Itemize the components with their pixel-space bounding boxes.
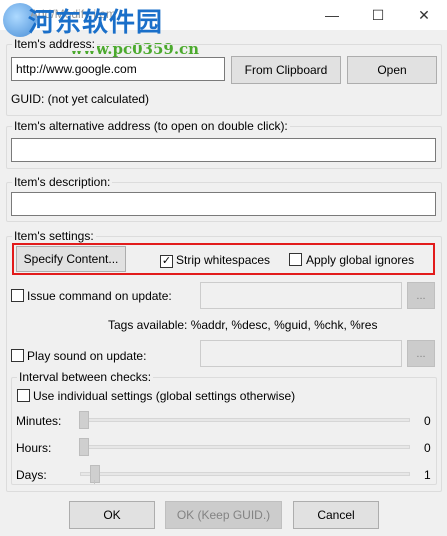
maximize-button[interactable]: ☐ <box>355 0 401 30</box>
checkbox-unchecked-icon <box>11 349 24 362</box>
address-label: Item's address: <box>12 37 97 51</box>
issue-command-label: Issue command on update: <box>27 289 172 303</box>
hours-value: 0 <box>424 441 431 455</box>
days-slider-tick <box>94 480 95 484</box>
alt-address-label: Item's alternative address (to open on d… <box>12 119 290 133</box>
description-label: Item's description: <box>12 175 113 189</box>
specify-content-button[interactable]: Specify Content... <box>16 246 126 272</box>
ok-button[interactable]: OK <box>69 501 155 529</box>
ok-keep-guid-button[interactable]: OK (Keep GUID.) <box>165 501 282 529</box>
cancel-button[interactable]: Cancel <box>293 501 379 529</box>
address-input[interactable] <box>11 57 225 81</box>
minutes-slider-track[interactable] <box>80 418 410 422</box>
checkbox-checked-icon: ✓ <box>160 255 173 268</box>
from-clipboard-button[interactable]: From Clipboard <box>231 56 341 84</box>
apply-global-ignores-label: Apply global ignores <box>306 253 415 267</box>
issue-command-checkbox[interactable] <box>11 289 24 305</box>
maximize-icon: ☐ <box>371 6 385 23</box>
minimize-button[interactable]: — <box>309 0 355 30</box>
open-button[interactable]: Open <box>347 56 437 84</box>
minutes-value: 0 <box>424 414 431 428</box>
settings-label: Item's settings: <box>12 229 96 243</box>
hours-slider-thumb[interactable] <box>79 438 89 456</box>
days-value: 1 <box>424 468 431 482</box>
description-input[interactable] <box>11 192 436 216</box>
checkbox-unchecked-icon <box>11 289 24 302</box>
minimize-icon: — <box>325 7 339 23</box>
alt-address-input[interactable] <box>11 138 436 162</box>
close-button[interactable]: ✕ <box>401 0 447 30</box>
close-icon: ✕ <box>418 6 430 23</box>
play-sound-browse-button[interactable]: ... <box>407 340 435 367</box>
hours-slider-track[interactable] <box>80 445 410 449</box>
watermark-text: 河东软件园 <box>28 8 164 38</box>
hours-label: Hours: <box>16 441 52 455</box>
checkbox-unchecked-icon <box>17 389 30 402</box>
play-sound-input[interactable] <box>200 340 402 367</box>
checkbox-unchecked-icon <box>289 253 302 266</box>
days-slider-thumb[interactable] <box>90 465 100 483</box>
issue-command-browse-button[interactable]: ... <box>407 282 435 309</box>
minutes-label: Minutes: <box>16 414 62 428</box>
strip-whitespaces-label: Strip whitespaces <box>176 253 271 267</box>
issue-command-input[interactable] <box>200 282 402 309</box>
minutes-slider-thumb[interactable] <box>79 411 89 429</box>
use-individual-label: Use individual settings (global settings… <box>33 389 296 403</box>
play-sound-checkbox[interactable] <box>11 349 24 365</box>
strip-whitespaces-checkbox[interactable]: ✓ <box>160 253 173 268</box>
apply-global-ignores-checkbox[interactable] <box>289 253 302 269</box>
days-slider-track[interactable] <box>80 472 410 476</box>
tags-available-text: Tags available: %addr, %desc, %guid, %ch… <box>108 318 378 332</box>
interval-label: Interval between checks: <box>17 370 154 384</box>
guid-text: GUID: (not yet calculated) <box>11 92 150 106</box>
play-sound-label: Play sound on update: <box>27 349 147 363</box>
use-individual-checkbox[interactable] <box>17 389 30 405</box>
days-label: Days: <box>16 468 47 482</box>
